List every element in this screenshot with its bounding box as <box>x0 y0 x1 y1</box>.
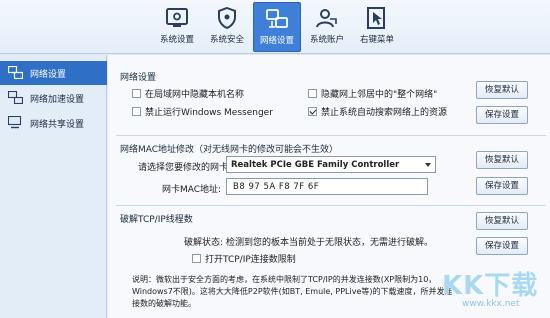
checkbox-label: 隐藏网上邻居中的"整个网络" <box>321 90 438 100</box>
shield-icon <box>218 6 236 30</box>
checkbox-box[interactable] <box>132 89 141 98</box>
mac-address-value: B8 97 5A F8 7F 6F <box>233 182 320 192</box>
hide-entire-network-checkbox[interactable]: 隐藏网上邻居中的"整个网络" <box>308 87 437 100</box>
disable-messenger-checkbox[interactable]: 禁止运行Windows Messenger <box>132 105 273 118</box>
checkbox-label: 在局域网中隐藏本机名称 <box>145 90 245 100</box>
network-restore-default-button[interactable]: 恢复默认 <box>476 81 528 99</box>
mac-address-field[interactable]: B8 97 5A F8 7F 6F <box>226 178 428 195</box>
top-toolbar: 系统设置 系统安全 网络设置 系统账户 右键菜单 <box>0 0 550 54</box>
checkbox-box-checked[interactable] <box>308 107 317 116</box>
checkbox-label: 打开TCP/IP连接数限制 <box>205 255 296 265</box>
tab-system-security[interactable]: 系统安全 <box>203 2 251 52</box>
sidebar: 网络设置 网络加速设置 网络共享设置 <box>0 55 107 318</box>
network-share-icon <box>8 116 22 129</box>
tab-network-settings[interactable]: 网络设置 <box>253 2 301 52</box>
crack-status-label: 破解状态: <box>184 238 224 248</box>
network-settings-icon <box>8 66 23 79</box>
disable-auto-search-checkbox[interactable]: 禁止系统自动搜索网络上的资源 <box>308 105 447 118</box>
system-settings-icon <box>166 8 188 27</box>
section-divider <box>116 205 546 206</box>
network-icon <box>266 9 288 28</box>
sidebar-item-label: 网络设置 <box>30 70 67 80</box>
network-section-title: 网络设置 <box>120 73 157 83</box>
tcp-restore-default-button[interactable]: 恢复默认 <box>476 212 528 230</box>
tcp-limit-checkbox[interactable]: 打开TCP/IP连接数限制 <box>192 252 296 265</box>
mac-address-label: 网卡MAC地址: <box>162 185 222 195</box>
checkbox-label: 禁止系统自动搜索网络上的资源 <box>321 108 448 118</box>
sidebar-item-label: 网络加速设置 <box>30 95 85 105</box>
watermark-url: www.kkx.net <box>462 299 520 309</box>
crack-status-value: 检测到您的板本当前处于无限状态，无需进行破解。 <box>226 238 434 248</box>
chevron-down-icon <box>425 163 431 167</box>
mac-restore-default-button[interactable]: 恢复默认 <box>476 151 528 169</box>
nic-select-value: Realtek PCIe GBE Family Controller <box>231 160 400 170</box>
tab-system-settings-label: 系统设置 <box>159 35 194 45</box>
tab-network-settings-label: 网络设置 <box>259 36 294 46</box>
section-divider <box>116 135 546 136</box>
tab-context-menu-label: 右键菜单 <box>359 35 394 45</box>
mac-save-settings-button[interactable]: 保存设置 <box>476 177 528 195</box>
hide-computer-name-checkbox[interactable]: 在局域网中隐藏本机名称 <box>132 87 244 100</box>
tab-context-menu[interactable]: 右键菜单 <box>353 2 401 52</box>
mac-section-title: 网络MAC地址修改（对无线网卡的修改可能会不生效） <box>120 145 339 155</box>
checkbox-box[interactable] <box>192 254 201 263</box>
nic-select-label: 请选择您要修改的网卡: <box>138 163 232 173</box>
nic-select[interactable]: Realtek PCIe GBE Family Controller <box>226 156 436 173</box>
tab-system-account[interactable]: 系统账户 <box>303 2 351 52</box>
checkbox-label: 禁止运行Windows Messenger <box>145 108 273 118</box>
tcp-section-title: 破解TCP/IP线程数 <box>120 215 193 225</box>
sidebar-item-network-settings[interactable]: 网络设置 <box>0 61 107 85</box>
watermark-logo: KK下载 www.kkx.net <box>440 265 548 315</box>
sidebar-item-label: 网络共享设置 <box>30 120 85 130</box>
sidebar-item-network-speed[interactable]: 网络加速设置 <box>0 86 107 110</box>
sidebar-item-network-share[interactable]: 网络共享设置 <box>0 111 107 135</box>
user-icon <box>316 9 337 28</box>
cursor-menu-icon <box>367 7 385 29</box>
tab-system-security-label: 系统安全 <box>209 35 244 45</box>
tab-system-settings[interactable]: 系统设置 <box>153 2 201 52</box>
network-speed-icon <box>8 91 23 104</box>
watermark-text: KK下载 <box>442 271 539 301</box>
checkbox-box[interactable] <box>132 107 141 116</box>
tab-system-account-label: 系统账户 <box>309 35 344 45</box>
tcp-save-settings-button[interactable]: 保存设置 <box>476 237 528 255</box>
tcp-description-note: 说明：微软出于安全方面的考虑，在系统中限制了TCP/IP的并发连接数(XP限制为… <box>132 275 453 308</box>
checkbox-box[interactable] <box>308 89 317 98</box>
network-save-settings-button[interactable]: 保存设置 <box>476 106 528 124</box>
